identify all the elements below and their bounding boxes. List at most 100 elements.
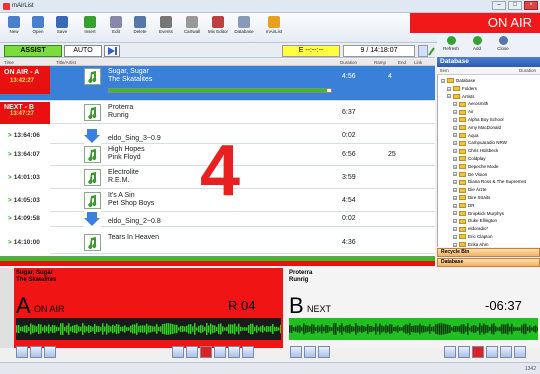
- expand-icon[interactable]: +: [453, 227, 457, 231]
- expand-icon[interactable]: +: [453, 156, 457, 161]
- database-tab[interactable]: Database: [437, 258, 540, 267]
- fade-button[interactable]: [186, 346, 198, 358]
- expand-icon[interactable]: +: [453, 125, 457, 130]
- expand-icon[interactable]: +: [447, 86, 451, 91]
- pause-button[interactable]: [228, 346, 240, 358]
- expand-icon[interactable]: +: [447, 94, 451, 99]
- player-a[interactable]: Sugar, Sugar The Skatalites A ON AIR R 0…: [14, 268, 283, 348]
- tree-item[interactable]: + De Vision: [453, 171, 487, 178]
- database-button[interactable]: Database: [232, 15, 256, 41]
- tree-item[interactable]: + Dire Straits: [453, 194, 490, 201]
- expand-icon[interactable]: +: [453, 188, 457, 192]
- db-col-duration[interactable]: Duration: [519, 68, 536, 73]
- play-next-button[interactable]: [104, 45, 120, 57]
- expand-icon[interactable]: +: [453, 242, 457, 247]
- edit-button[interactable]: Edit: [104, 15, 128, 41]
- expand-icon[interactable]: +: [453, 180, 457, 185]
- recycle-bin-tab[interactable]: Recycle Bin: [437, 248, 540, 257]
- fade-out-button[interactable]: [486, 346, 498, 358]
- col-duration[interactable]: Duration: [340, 60, 357, 65]
- database-tree[interactable]: + Database + Folders + Artists + Aerosmith + Air +…: [437, 75, 540, 247]
- tree-item[interactable]: + Folders: [447, 85, 477, 92]
- expand-icon[interactable]: +: [453, 203, 457, 208]
- col-link[interactable]: Link: [414, 60, 422, 65]
- col-ramp[interactable]: Ramp: [374, 60, 386, 65]
- fade-out-button[interactable]: [214, 346, 226, 358]
- playlist-row[interactable]: ON AIR - A 13:42:27 Sugar, Sugar The Skatal…: [0, 66, 435, 101]
- delete-button[interactable]: Delete: [128, 15, 152, 41]
- cartwall-button[interactable]: Cartwall: [180, 15, 204, 41]
- open-button[interactable]: Open: [26, 15, 50, 41]
- expand-icon[interactable]: +: [453, 219, 457, 224]
- play-button[interactable]: [514, 346, 526, 358]
- col-time[interactable]: Time: [4, 60, 14, 65]
- tree-item[interactable]: + DR: [453, 202, 475, 209]
- tree-item[interactable]: + Duke Ellington: [453, 217, 497, 224]
- expand-icon[interactable]: +: [453, 141, 457, 146]
- expand-icon[interactable]: +: [453, 149, 457, 153]
- expand-icon[interactable]: +: [453, 117, 457, 122]
- expand-icon[interactable]: +: [453, 110, 457, 114]
- playlist-row[interactable]: >14:10:00 Tears In Heaven 4:36: [0, 232, 435, 254]
- db-col-item[interactable]: Item: [440, 68, 449, 73]
- tree-item[interactable]: + Database: [441, 77, 475, 84]
- playlist-row[interactable]: >14:09:58 eldo_Sing_2~0.8 0:02: [0, 211, 435, 228]
- close-window-button[interactable]: ×: [524, 1, 538, 10]
- expand-icon[interactable]: +: [453, 211, 457, 216]
- player-a-waveform[interactable]: [16, 318, 281, 340]
- eject-button[interactable]: [172, 346, 184, 358]
- tree-item[interactable]: + Air: [453, 108, 474, 115]
- tools-icon[interactable]: [318, 346, 330, 358]
- stop-button[interactable]: [472, 346, 484, 358]
- info-button[interactable]: [418, 45, 428, 57]
- expand-icon[interactable]: +: [453, 164, 457, 169]
- events-button[interactable]: Events: [154, 15, 178, 41]
- expand-icon[interactable]: +: [453, 195, 457, 200]
- col-title[interactable]: Title/Artist: [56, 60, 76, 65]
- expand-icon[interactable]: +: [453, 102, 457, 107]
- volume-icon[interactable]: [290, 346, 302, 358]
- mairlist-button[interactable]: mAirList: [262, 15, 286, 41]
- tree-item[interactable]: + Erika Ahm: [453, 241, 489, 247]
- assist-mode-button[interactable]: ASSIST: [4, 45, 62, 57]
- fade-button[interactable]: [458, 346, 470, 358]
- loop-icon[interactable]: [30, 346, 42, 358]
- tree-item[interactable]: + Artists: [447, 93, 475, 100]
- expand-icon[interactable]: +: [453, 172, 457, 177]
- save-button[interactable]: Save: [50, 15, 74, 41]
- new-button[interactable]: New: [2, 15, 26, 41]
- tree-item[interactable]: + Alpha Boy School: [453, 116, 504, 123]
- tree-item[interactable]: + Die Ärzte: [453, 186, 487, 193]
- maximize-button[interactable]: □: [508, 1, 522, 10]
- tree-item[interactable]: + Campuaradio NRW: [453, 139, 507, 146]
- col-end[interactable]: End: [398, 60, 406, 65]
- tree-item[interactable]: + Diana Ross & The Supremes: [453, 178, 526, 185]
- insert-button[interactable]: Insert: [78, 15, 102, 41]
- stop-button[interactable]: [200, 346, 212, 358]
- play-button[interactable]: [242, 346, 254, 358]
- minimize-button[interactable]: –: [492, 1, 506, 10]
- tools-icon[interactable]: [44, 346, 56, 358]
- auto-mode-button[interactable]: AUTO: [64, 45, 102, 57]
- eject-button[interactable]: [444, 346, 456, 358]
- expand-icon[interactable]: +: [441, 78, 445, 83]
- player-b-waveform[interactable]: [289, 318, 538, 340]
- tree-item[interactable]: + Chris Hülsbeck: [453, 147, 498, 154]
- player-b[interactable]: Proterra Runrig B NEXT -06:37: [287, 268, 540, 348]
- mix-editor-button[interactable]: Mix Editor: [206, 15, 230, 41]
- loop-icon[interactable]: [304, 346, 316, 358]
- expand-icon[interactable]: +: [453, 133, 457, 138]
- playlist-row[interactable]: NEXT - B 13:47:27 Proterra Runrig 6:37: [0, 102, 435, 124]
- tree-item[interactable]: + Eric Clapton: [453, 233, 493, 240]
- tree-item[interactable]: + Depeche Mode: [453, 163, 499, 170]
- tree-item[interactable]: + Aqua: [453, 132, 479, 139]
- tree-item[interactable]: + Dropkick Murphys: [453, 210, 504, 217]
- pencil-icon[interactable]: [428, 45, 435, 57]
- volume-icon[interactable]: [16, 346, 28, 358]
- tree-item[interactable]: + Coldplay: [453, 155, 486, 162]
- tree-item[interactable]: + eldoradio*: [453, 225, 488, 232]
- expand-icon[interactable]: +: [453, 234, 457, 239]
- tree-item[interactable]: + Amy MacDonald: [453, 124, 501, 131]
- tree-item[interactable]: + Aerosmith: [453, 100, 488, 107]
- pause-button[interactable]: [500, 346, 512, 358]
